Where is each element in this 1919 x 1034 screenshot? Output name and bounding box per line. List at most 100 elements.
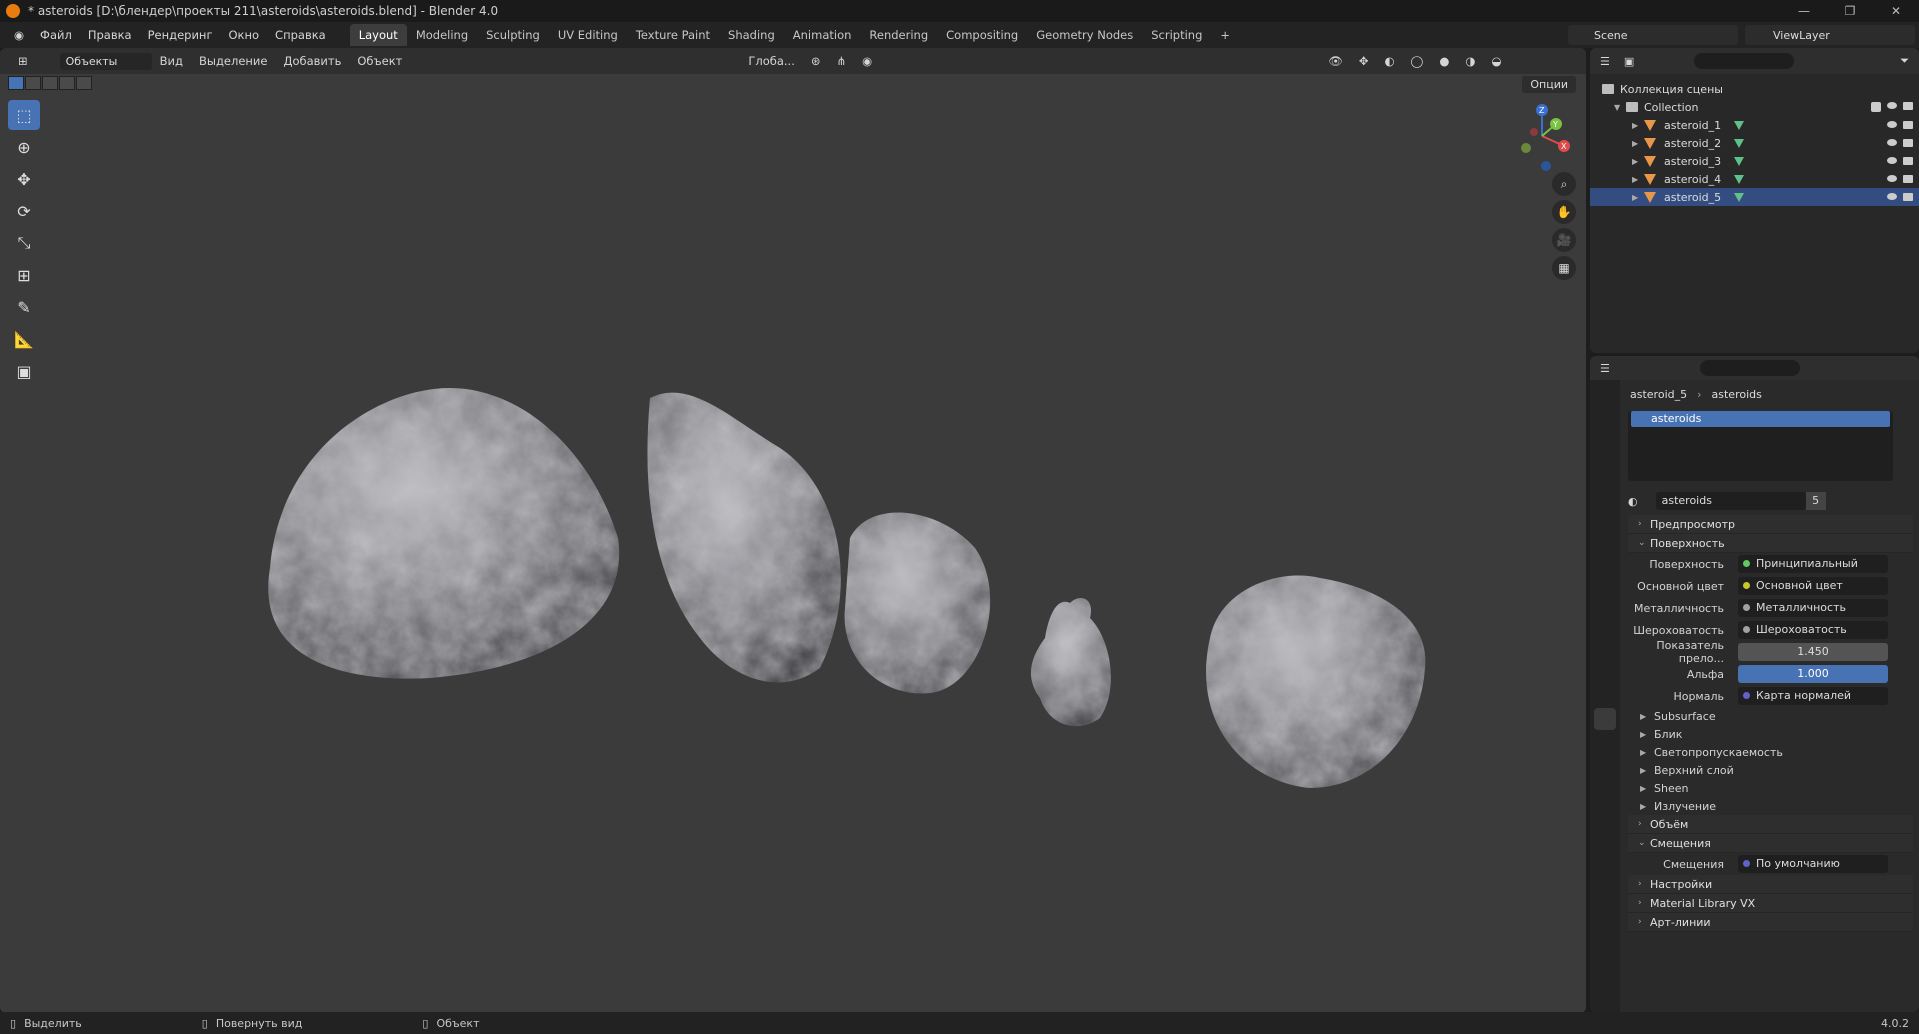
add-cube-icon[interactable]: ▣ bbox=[8, 356, 40, 386]
material-browse-icon[interactable]: ◐ bbox=[1628, 495, 1638, 508]
scene-tab-icon[interactable] bbox=[1594, 483, 1616, 505]
tab-uv-editing[interactable]: UV Editing bbox=[549, 24, 627, 46]
outliner-object-row-selected[interactable]: ▶ asteroid_5 bbox=[1590, 188, 1919, 206]
pan-hand-icon[interactable]: ✋ bbox=[1552, 200, 1576, 224]
tab-shading[interactable]: Shading bbox=[719, 24, 784, 46]
subpanel-coat[interactable]: ▶ Верхний слой bbox=[1628, 761, 1913, 779]
outliner-object-row[interactable]: ▶ asteroid_3 bbox=[1590, 152, 1919, 170]
outliner-object-row[interactable]: ▶ asteroid_4 bbox=[1590, 170, 1919, 188]
panel-displacement[interactable]: ⌄ Смещения bbox=[1628, 834, 1913, 853]
scale-icon[interactable]: ⤡ bbox=[8, 228, 40, 258]
properties-editor-icon[interactable]: ☰ bbox=[1600, 362, 1610, 375]
render-tab-icon[interactable] bbox=[1594, 408, 1616, 430]
panel-line-art[interactable]: › Арт-линии bbox=[1628, 913, 1913, 932]
tab-scripting[interactable]: Scripting bbox=[1142, 24, 1211, 46]
surface-shader-field[interactable]: Принципиальный BSDF bbox=[1738, 555, 1888, 588]
asteroid-2[interactable] bbox=[647, 392, 841, 683]
tool-tab-icon[interactable] bbox=[1594, 383, 1616, 405]
physics-tab-icon[interactable] bbox=[1594, 633, 1616, 655]
shading-material-icon[interactable]: ◑ bbox=[1457, 54, 1483, 68]
outliner-object-row[interactable]: ▶ asteroid_2 bbox=[1590, 134, 1919, 152]
tab-animation[interactable]: Animation bbox=[784, 24, 861, 46]
asteroid-1[interactable] bbox=[268, 388, 620, 679]
menu-edit[interactable]: Правка bbox=[80, 28, 140, 42]
world-tab-icon[interactable] bbox=[1594, 508, 1616, 530]
maximize-button[interactable]: ❐ bbox=[1827, 0, 1873, 22]
eye-icon[interactable] bbox=[1887, 157, 1897, 164]
eye-icon[interactable] bbox=[1887, 102, 1897, 109]
asteroid-5[interactable] bbox=[1206, 575, 1426, 789]
material-name-field[interactable]: asteroids bbox=[1655, 492, 1806, 510]
eye-icon[interactable] bbox=[1887, 121, 1897, 128]
expand-arrow-icon[interactable]: ▶ bbox=[1632, 157, 1644, 166]
shading-render-icon[interactable]: ◒ bbox=[1483, 54, 1509, 68]
base-color-field[interactable]: Основной цвет bbox=[1738, 577, 1888, 595]
collection-tab-icon[interactable] bbox=[1594, 533, 1616, 555]
camera-icon[interactable] bbox=[1903, 175, 1913, 183]
measure-icon[interactable]: 📐 bbox=[8, 324, 40, 354]
panel-settings[interactable]: › Настройки bbox=[1628, 875, 1913, 894]
add-menu[interactable]: Добавить bbox=[275, 54, 349, 68]
alpha-field[interactable]: 1.000 bbox=[1738, 665, 1888, 683]
panel-surface[interactable]: ⌄ Поверхность bbox=[1628, 534, 1913, 553]
pivot-icon[interactable]: ⊛ bbox=[803, 54, 829, 68]
material-slot-list[interactable]: asteroids bbox=[1628, 411, 1893, 481]
tab-sculpting[interactable]: Sculpting bbox=[477, 24, 549, 46]
panel-material-library[interactable]: › Material Library VX bbox=[1628, 894, 1913, 913]
view-layer-selector[interactable]: ViewLayer bbox=[1745, 25, 1915, 45]
asteroid-3[interactable] bbox=[844, 512, 991, 694]
zoom-icon[interactable]: ⌕ bbox=[1552, 172, 1576, 196]
material-tab-icon[interactable] bbox=[1594, 708, 1616, 730]
transform-icon[interactable]: ⊞ bbox=[8, 260, 40, 290]
mode-selector[interactable]: Объекты bbox=[59, 52, 152, 70]
tab-layout[interactable]: Layout bbox=[349, 24, 407, 46]
filter-icon[interactable]: ⏷ bbox=[1900, 54, 1909, 68]
eye-icon[interactable] bbox=[1887, 139, 1897, 146]
camera-icon[interactable] bbox=[1903, 139, 1913, 147]
select-intersect-icon[interactable] bbox=[76, 76, 92, 90]
users-count[interactable]: 5 bbox=[1805, 492, 1826, 510]
displacement-field[interactable]: По умолчанию bbox=[1738, 855, 1888, 873]
camera-icon[interactable] bbox=[1903, 193, 1913, 201]
eye-icon[interactable] bbox=[1887, 193, 1897, 200]
material-slot[interactable]: asteroids bbox=[1631, 411, 1890, 427]
metallic-field[interactable]: Металличность bbox=[1738, 599, 1888, 617]
add-workspace-button[interactable]: + bbox=[1211, 24, 1239, 46]
tab-texture-paint[interactable]: Texture Paint bbox=[627, 24, 719, 46]
view-layer-tab-icon[interactable] bbox=[1594, 458, 1616, 480]
select-new-icon[interactable] bbox=[8, 76, 24, 90]
subpanel-sheen[interactable]: ▶ Sheen bbox=[1628, 779, 1913, 797]
output-tab-icon[interactable] bbox=[1594, 433, 1616, 455]
select-menu[interactable]: Выделение bbox=[191, 54, 276, 68]
navigation-gizmo[interactable]: Z X Y bbox=[1510, 98, 1580, 178]
texture-tab-icon[interactable] bbox=[1594, 733, 1616, 755]
tab-rendering[interactable]: Rendering bbox=[860, 24, 937, 46]
panel-volume[interactable]: › Объём bbox=[1628, 815, 1913, 834]
tab-modeling[interactable]: Modeling bbox=[407, 24, 477, 46]
move-icon[interactable]: ✥ bbox=[8, 164, 40, 194]
annotate-icon[interactable]: ✎ bbox=[8, 292, 40, 322]
close-button[interactable]: ✕ bbox=[1873, 0, 1919, 22]
ior-field[interactable]: 1.450 bbox=[1738, 643, 1888, 661]
properties-search-input[interactable] bbox=[1699, 360, 1800, 376]
editor-type-icon[interactable]: ⊞ bbox=[10, 54, 36, 68]
camera-icon[interactable] bbox=[1903, 102, 1913, 110]
shading-wire-icon[interactable]: ◯ bbox=[1403, 54, 1432, 68]
expand-arrow-icon[interactable]: ▶ bbox=[1632, 121, 1644, 130]
blender-menu-icon[interactable]: ◉ bbox=[6, 28, 32, 42]
overlay-icon[interactable]: ◐ bbox=[1376, 54, 1402, 68]
modifiers-tab-icon[interactable] bbox=[1594, 583, 1616, 605]
constraints-tab-icon[interactable] bbox=[1594, 658, 1616, 680]
transform-orientation[interactable]: Глоба... bbox=[740, 54, 803, 68]
tab-compositing[interactable]: Compositing bbox=[937, 24, 1027, 46]
scene-collection-row[interactable]: Коллекция сцены bbox=[1590, 80, 1919, 98]
asteroid-4[interactable] bbox=[1030, 598, 1111, 727]
eye-icon[interactable] bbox=[1887, 175, 1897, 182]
outliner-search-input[interactable] bbox=[1694, 53, 1795, 69]
camera-view-icon[interactable]: 🎥 bbox=[1552, 228, 1576, 252]
minimize-button[interactable]: — bbox=[1781, 0, 1827, 22]
menu-help[interactable]: Справка bbox=[267, 28, 334, 42]
menu-render[interactable]: Рендеринг bbox=[140, 28, 221, 42]
subpanel-emission[interactable]: ▶ Излучение bbox=[1628, 797, 1913, 815]
ortho-grid-icon[interactable]: ▦ bbox=[1552, 256, 1576, 280]
